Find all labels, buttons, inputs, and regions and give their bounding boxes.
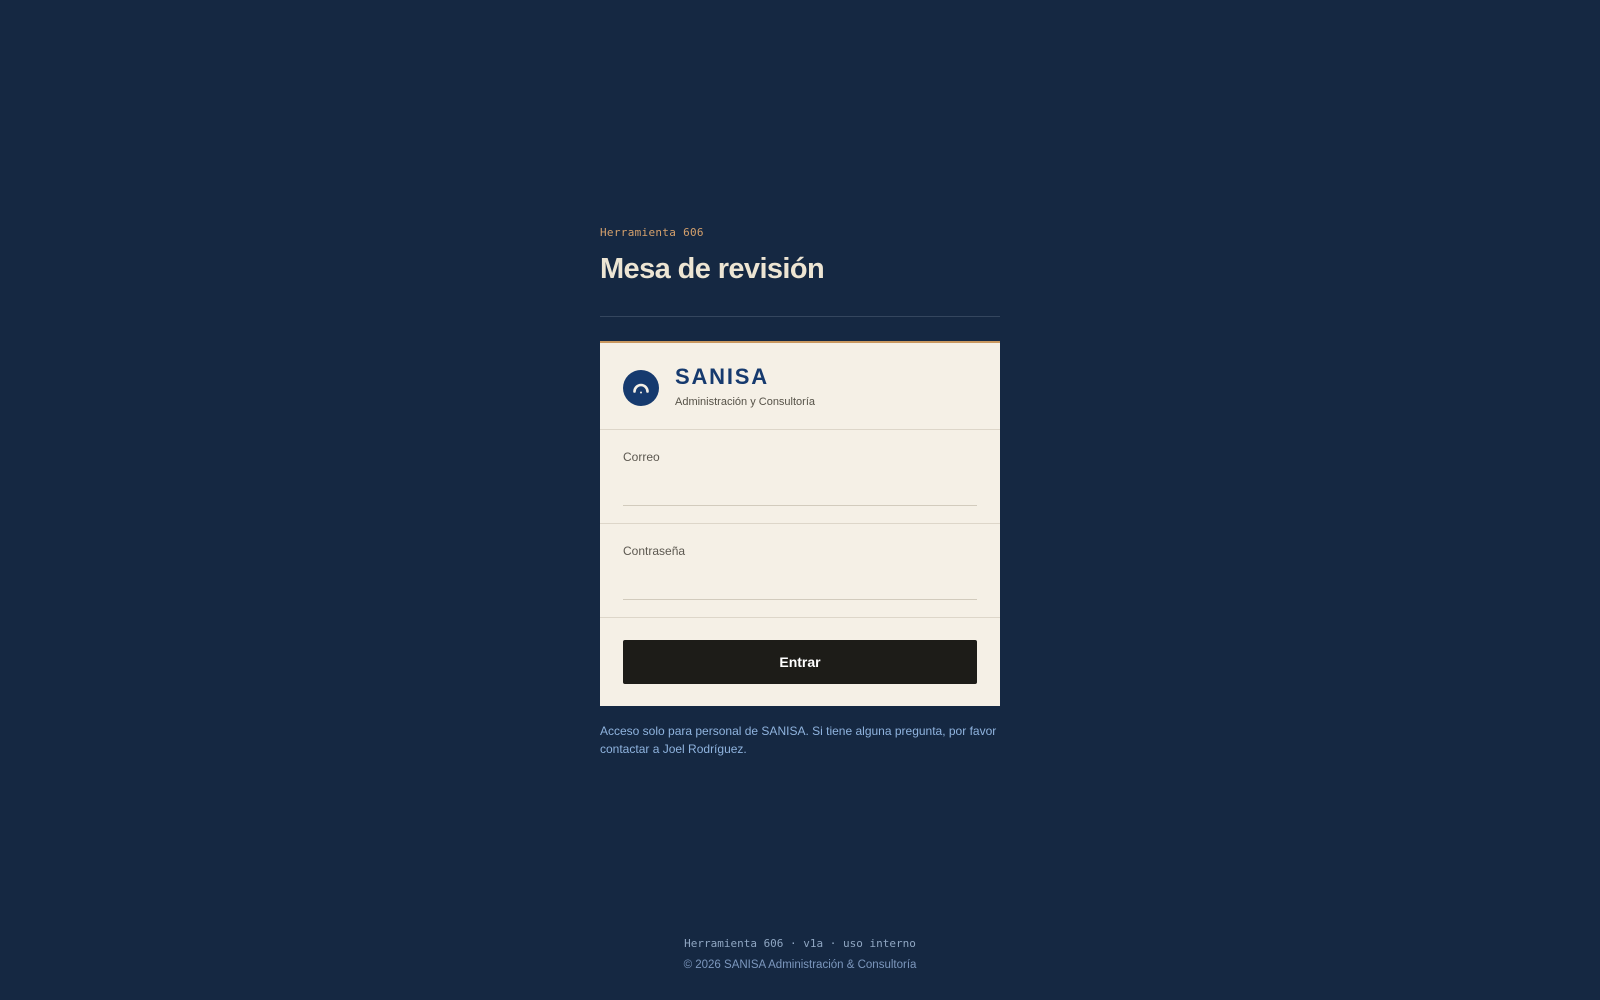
page-footer: Herramienta 606 · v1a · uso interno © 20… <box>0 937 1600 972</box>
password-label: Contraseña <box>623 544 686 558</box>
password-field-group: Contraseña <box>600 524 1000 618</box>
email-field-group: Correo <box>600 430 1000 524</box>
submit-button[interactable]: Entrar <box>623 640 977 684</box>
login-panel: Herramienta 606 Mesa de revisión SANISA … <box>600 226 1000 758</box>
email-field[interactable] <box>623 470 977 506</box>
footer-meta: Herramienta 606 · v1a · uso interno <box>684 937 916 950</box>
brand-header: SANISA Administración y Consultoría <box>600 343 1000 430</box>
brand-subtitle: Administración y Consultoría <box>675 396 816 408</box>
login-card: SANISA Administración y Consultoría Corr… <box>600 341 1000 706</box>
tool-eyebrow: Herramienta 606 <box>600 226 704 239</box>
form-actions: Entrar <box>600 618 1000 706</box>
access-note: Acceso solo para personal de SANISA. Si … <box>600 724 997 756</box>
header-divider <box>600 316 1000 317</box>
email-label: Correo <box>623 450 660 464</box>
brand-name: SANISA <box>675 364 769 389</box>
footer-copyright: © 2026 SANISA Administración & Consultor… <box>683 959 917 971</box>
page-title: Mesa de revisión <box>600 253 825 285</box>
brand-logo-icon <box>623 370 659 406</box>
password-field[interactable] <box>623 564 977 600</box>
